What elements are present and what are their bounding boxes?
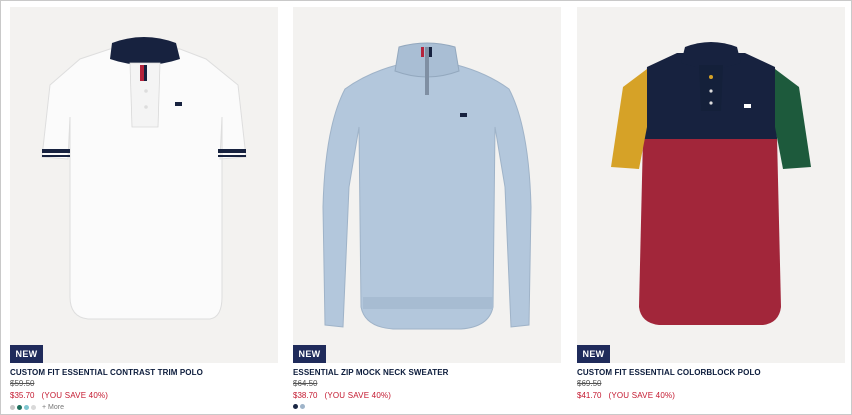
price-row: $38.70 (YOU SAVE 40%)	[293, 391, 561, 400]
new-badge: NEW	[577, 345, 610, 363]
product-image[interactable]: NEW	[10, 7, 278, 363]
color-swatch[interactable]	[24, 405, 29, 410]
colorblock-polo-shirt-image	[611, 42, 811, 325]
white-polo-shirt-image	[41, 37, 247, 320]
product-card[interactable]: NEW CUSTOM FIT ESSENTIAL CONTRAST TRIM P…	[10, 7, 278, 411]
savings-text: (YOU SAVE 40%)	[41, 391, 109, 400]
more-colors-link[interactable]: + More	[42, 404, 64, 411]
product-image[interactable]: NEW	[577, 7, 845, 363]
color-swatches: + More	[10, 404, 278, 411]
color-swatch[interactable]	[293, 404, 298, 409]
new-badge: NEW	[10, 345, 43, 363]
color-swatch[interactable]	[31, 405, 36, 410]
color-swatch[interactable]	[300, 404, 305, 409]
original-price: $59.50	[10, 379, 35, 388]
product-name[interactable]: CUSTOM FIT ESSENTIAL CONTRAST TRIM POLO	[10, 368, 278, 377]
price-row: $35.70 (YOU SAVE 40%)	[10, 391, 278, 400]
color-swatches	[293, 404, 561, 409]
blue-quarter-zip-sweater-image	[322, 42, 532, 330]
savings-text: (YOU SAVE 40%)	[608, 391, 676, 400]
color-swatch[interactable]	[17, 405, 22, 410]
product-card[interactable]: NEW ESSENTIAL ZIP MOCK NECK SWEATER $64.…	[293, 7, 561, 409]
product-name[interactable]: CUSTOM FIT ESSENTIAL COLORBLOCK POLO	[577, 368, 845, 377]
product-card[interactable]: NEW CUSTOM FIT ESSENTIAL COLORBLOCK POLO…	[577, 7, 845, 400]
sale-price: $41.70	[577, 391, 602, 400]
original-price: $64.50	[293, 379, 318, 388]
product-image[interactable]: NEW	[293, 7, 561, 363]
sale-price: $35.70	[10, 391, 35, 400]
new-badge: NEW	[293, 345, 326, 363]
price-row: $41.70 (YOU SAVE 40%)	[577, 391, 845, 400]
color-swatch[interactable]	[10, 405, 15, 410]
original-price: $69.50	[577, 379, 602, 388]
savings-text: (YOU SAVE 40%)	[324, 391, 392, 400]
sale-price: $38.70	[293, 391, 318, 400]
product-name[interactable]: ESSENTIAL ZIP MOCK NECK SWEATER	[293, 368, 561, 377]
